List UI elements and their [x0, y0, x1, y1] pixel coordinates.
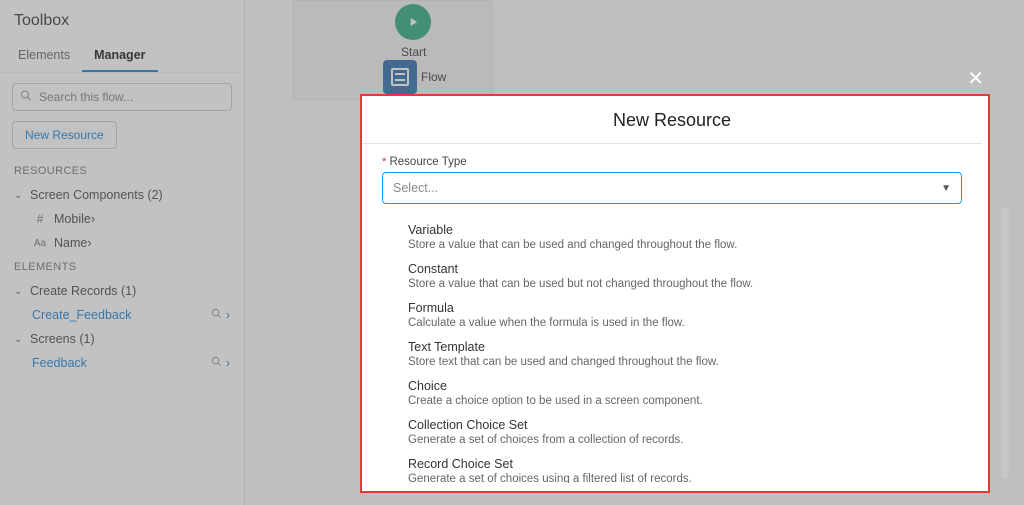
- tree-child-name[interactable]: Aa Name ›: [0, 231, 244, 255]
- tree-screens[interactable]: ⌄ Screens (1): [0, 327, 244, 351]
- hash-icon: #: [32, 212, 48, 226]
- option-title: Choice: [408, 379, 936, 393]
- tree-child-mobile[interactable]: # Mobile ›: [0, 207, 244, 231]
- search-icon: [20, 90, 32, 105]
- dropdown-option[interactable]: Constant Store a value that can be used b…: [390, 255, 954, 294]
- tab-elements[interactable]: Elements: [6, 40, 82, 72]
- toolbox-sidebar: Toolbox Elements Manager New Resource RE…: [0, 0, 245, 505]
- text-icon: Aa: [32, 238, 48, 249]
- chevron-right-icon: ›: [226, 356, 230, 370]
- start-node[interactable]: [395, 4, 431, 40]
- search-input[interactable]: [12, 83, 232, 111]
- screen-element-node[interactable]: [383, 60, 417, 94]
- resource-type-select[interactable]: Select... ▼: [382, 172, 962, 204]
- dropdown-option[interactable]: Text Template Store text that can be used…: [390, 333, 954, 372]
- option-desc: Calculate a value when the formula is us…: [408, 317, 936, 329]
- option-desc: Generate a set of choices from a collect…: [408, 434, 936, 446]
- search-icon[interactable]: [211, 356, 222, 370]
- tree-label: Screens (1): [30, 332, 95, 346]
- chevron-down-icon: ⌄: [14, 286, 24, 297]
- toolbox-title: Toolbox: [0, 0, 244, 40]
- tree-child-label: Mobile: [54, 212, 91, 226]
- modal-title: New Resource: [362, 96, 982, 143]
- elements-section-label: ELEMENTS: [0, 255, 244, 279]
- resources-section-label: RESOURCES: [0, 159, 244, 183]
- field-label-text: Resource Type: [389, 156, 466, 168]
- modal-scrollbar[interactable]: [1000, 98, 1010, 485]
- option-title: Formula: [408, 301, 936, 315]
- flow-label: Flow: [421, 70, 446, 84]
- chevron-right-icon: ›: [91, 212, 95, 226]
- scrollbar-thumb[interactable]: [1001, 208, 1009, 478]
- chevron-right-icon: ›: [87, 236, 91, 250]
- close-icon[interactable]: ✕: [967, 66, 984, 91]
- option-title: Record Choice Set: [408, 457, 936, 471]
- tree-label: Create Records (1): [30, 284, 136, 298]
- option-desc: Store text that can be used and changed …: [408, 356, 936, 368]
- chevron-down-icon: ⌄: [14, 334, 24, 345]
- toolbox-tabs: Elements Manager: [0, 40, 244, 73]
- option-title: Text Template: [408, 340, 936, 354]
- option-title: Constant: [408, 262, 936, 276]
- caret-down-icon: ▼: [941, 183, 951, 194]
- tree-child-feedback[interactable]: Feedback ›: [0, 351, 244, 375]
- option-title: Collection Choice Set: [408, 418, 936, 432]
- select-placeholder: Select...: [393, 181, 438, 195]
- option-desc: Store a value that can be used but not c…: [408, 278, 936, 290]
- play-icon: [406, 15, 420, 29]
- dropdown-option[interactable]: Formula Calculate a value when the formul…: [390, 294, 954, 333]
- resource-type-dropdown: Variable Store a value that can be used a…: [382, 214, 962, 483]
- option-desc: Generate a set of choices using a filter…: [408, 473, 936, 483]
- chevron-down-icon: ⌄: [14, 190, 24, 201]
- new-resource-button[interactable]: New Resource: [12, 121, 117, 149]
- tree-child-label: Feedback: [32, 356, 87, 370]
- chevron-right-icon: ›: [226, 308, 230, 322]
- dropdown-option[interactable]: Variable Store a value that can be used a…: [390, 216, 954, 255]
- tree-child-label: Name: [54, 236, 87, 250]
- dropdown-option[interactable]: Collection Choice Set Generate a set of c…: [390, 411, 954, 450]
- search-icon[interactable]: [211, 308, 222, 322]
- tree-child-create-feedback[interactable]: Create_Feedback ›: [0, 303, 244, 327]
- start-label: Start: [401, 45, 426, 59]
- tree-screen-components[interactable]: ⌄ Screen Components (2): [0, 183, 244, 207]
- option-desc: Create a choice option to be used in a s…: [408, 395, 936, 407]
- dropdown-option[interactable]: Choice Create a choice option to be used …: [390, 372, 954, 411]
- tab-manager[interactable]: Manager: [82, 40, 157, 72]
- tree-create-records[interactable]: ⌄ Create Records (1): [0, 279, 244, 303]
- new-resource-modal: New Resource * Resource Type Select... ▼…: [360, 94, 990, 493]
- screen-icon: [391, 68, 409, 86]
- option-title: Variable: [408, 223, 936, 237]
- tree-child-label: Create_Feedback: [32, 308, 131, 322]
- tree-label: Screen Components (2): [30, 188, 163, 202]
- option-desc: Store a value that can be used and chang…: [408, 239, 936, 251]
- resource-type-label: * Resource Type: [382, 156, 962, 168]
- dropdown-option[interactable]: Record Choice Set Generate a set of choic…: [390, 450, 954, 483]
